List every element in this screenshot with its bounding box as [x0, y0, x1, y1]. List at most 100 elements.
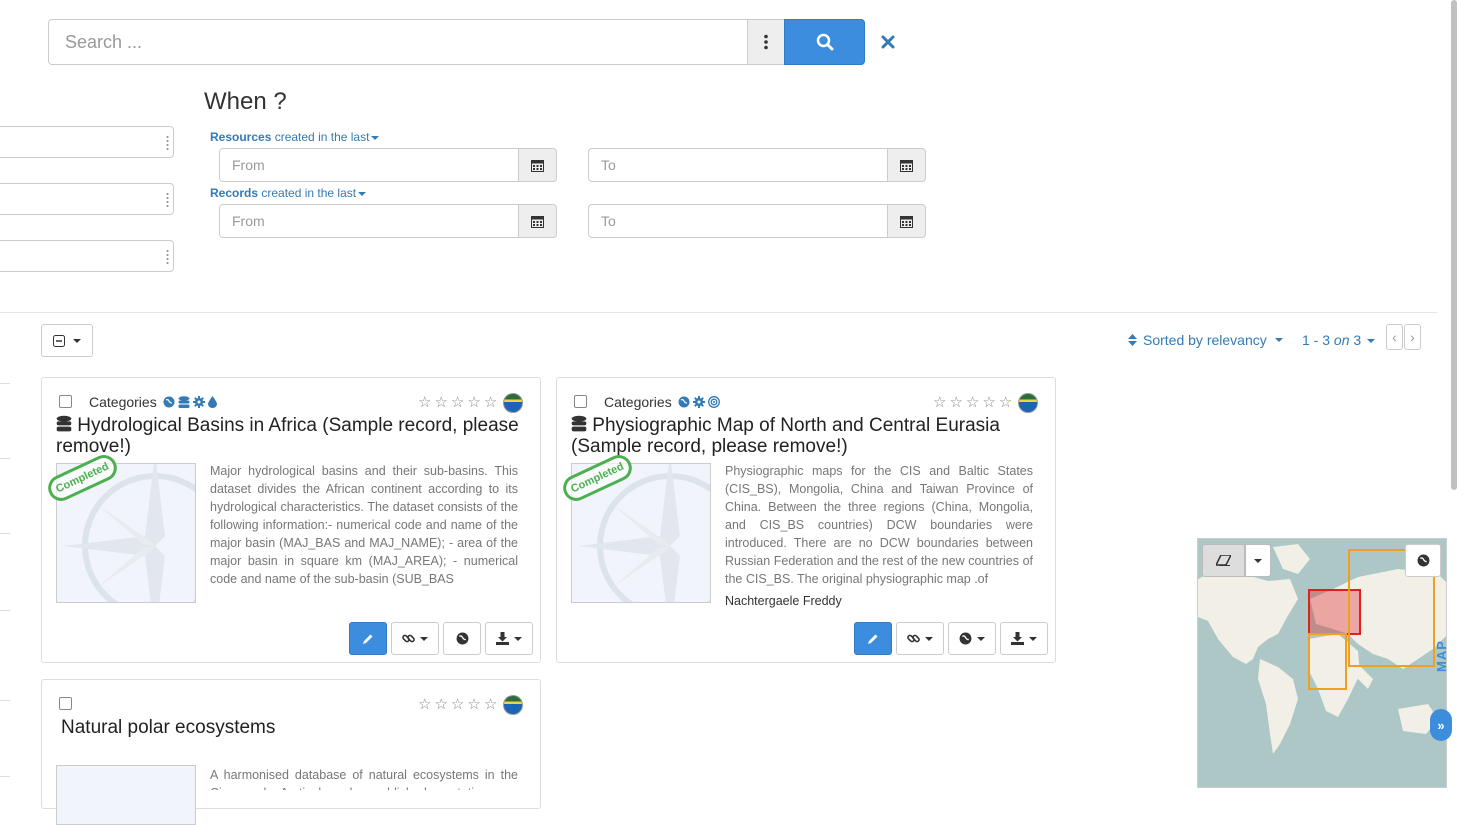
globe-icon — [678, 396, 690, 408]
target-icon — [707, 396, 720, 408]
caret-down-icon — [977, 636, 985, 641]
record-title[interactable]: Hydrological Basins in Africa (Sample re… — [56, 415, 536, 457]
rating-stars[interactable]: ☆ ☆ ☆ ☆ ☆ — [418, 695, 524, 715]
calendar-icon — [900, 159, 913, 172]
record-checkbox[interactable] — [59, 697, 72, 710]
star-icon: ☆ — [434, 394, 448, 411]
view-on-map-button[interactable] — [443, 622, 481, 655]
sort-label: Sorted by relevancy — [1143, 332, 1267, 348]
clear-search-button[interactable] — [878, 31, 898, 53]
calendar-icon — [531, 215, 544, 228]
globe-icon — [1417, 554, 1429, 567]
download-icon — [496, 632, 509, 645]
record-title[interactable]: Natural polar ecosystems — [61, 717, 275, 738]
sort-dropdown[interactable]: Sorted by relevancy — [1128, 332, 1283, 348]
record-thumbnail[interactable] — [56, 765, 196, 825]
next-page-button[interactable]: › — [1404, 324, 1421, 350]
expand-map-button[interactable]: » — [1430, 709, 1452, 741]
catalog-logo-icon — [503, 393, 524, 413]
minus-square-icon — [53, 334, 65, 347]
resources-to-calendar-button[interactable] — [887, 148, 926, 182]
record-checkbox[interactable] — [59, 395, 72, 408]
resources-from-calendar-button[interactable] — [518, 148, 557, 182]
pencil-icon — [363, 634, 373, 644]
resources-period-dropdown[interactable]: Resources created in the last — [210, 130, 380, 144]
links-dropdown[interactable] — [391, 622, 439, 655]
divider — [0, 533, 10, 534]
previous-page-button[interactable]: ‹ — [1386, 324, 1403, 350]
caret-down-icon — [514, 636, 522, 641]
scrollbar[interactable] — [1451, 0, 1457, 490]
caret-down-icon — [925, 636, 933, 641]
globe-icon — [456, 632, 468, 645]
resources-from-input[interactable] — [219, 148, 519, 182]
gear-icon — [692, 396, 705, 408]
star-icon: ☆ — [483, 696, 498, 713]
pagination-dropdown[interactable]: 1 - 3 on 3 — [1302, 332, 1376, 348]
edit-button[interactable] — [854, 622, 892, 655]
resources-to-input[interactable] — [588, 148, 888, 182]
record-card: Categories ☆ ☆ ☆ ☆ ☆ Physiographic Map of No… — [556, 377, 1056, 663]
water-drop-icon — [207, 396, 217, 408]
star-icon: ☆ — [467, 394, 481, 411]
facet-field-1[interactable] — [0, 126, 174, 158]
download-dropdown[interactable] — [485, 622, 533, 655]
map-globe-button[interactable] — [1405, 544, 1441, 577]
catalog-logo-icon — [503, 695, 524, 715]
download-dropdown[interactable] — [1000, 622, 1048, 655]
resources-label: Resources — [210, 130, 272, 144]
database-icon — [178, 395, 190, 408]
when-title: When ? — [204, 88, 287, 115]
record-checkbox[interactable] — [574, 395, 587, 408]
divider — [0, 610, 10, 611]
divider — [0, 776, 10, 777]
links-dropdown[interactable] — [896, 622, 944, 655]
categories-label: Categories — [604, 394, 672, 410]
star-icon: ☆ — [418, 696, 432, 713]
rating-stars[interactable]: ☆ ☆ ☆ ☆ ☆ — [418, 393, 524, 413]
facet-field-3[interactable] — [0, 240, 174, 272]
search-input[interactable] — [48, 19, 748, 65]
divider — [0, 700, 10, 701]
caret-down-icon — [358, 191, 367, 196]
map-toolbar — [1202, 544, 1271, 577]
draw-extent-button[interactable] — [1202, 544, 1245, 577]
sort-icon — [1128, 334, 1137, 346]
star-icon: ☆ — [450, 394, 465, 411]
records-period-dropdown[interactable]: Records created in the last — [210, 186, 367, 200]
view-on-map-dropdown[interactable] — [948, 622, 996, 655]
draw-options-dropdown[interactable] — [1245, 544, 1271, 577]
chevron-right-icon: › — [1410, 329, 1415, 345]
records-from-calendar-button[interactable] — [518, 204, 557, 238]
divider — [0, 312, 1437, 313]
divider — [0, 458, 10, 459]
record-title-text: Physiographic Map of North and Central E… — [571, 415, 1000, 457]
record-author: Nachtergaele Freddy — [725, 594, 842, 608]
search-button[interactable] — [784, 19, 865, 65]
close-icon — [881, 35, 895, 49]
pager-total: 3 — [1353, 332, 1362, 348]
more-options-button[interactable] — [747, 19, 785, 65]
caret-down-icon — [1274, 338, 1283, 342]
records-to-input[interactable] — [588, 204, 888, 238]
record-title[interactable]: Physiographic Map of North and Central E… — [571, 415, 1051, 457]
record-title-text: Natural polar ecosystems — [61, 717, 276, 738]
database-icon — [56, 415, 72, 432]
pager-range: 1 - 3 — [1302, 332, 1331, 348]
select-all-dropdown[interactable] — [41, 324, 93, 357]
facet-field-2[interactable] — [0, 183, 174, 215]
star-icon: ☆ — [965, 394, 980, 411]
calendar-icon — [531, 159, 544, 172]
calendar-icon — [900, 215, 913, 228]
edit-button[interactable] — [349, 622, 387, 655]
records-to-calendar-button[interactable] — [887, 204, 926, 238]
map-panel[interactable] — [1197, 538, 1447, 788]
records-from-input[interactable] — [219, 204, 519, 238]
record-abstract: Physiographic maps for the CIS and Balti… — [725, 464, 1033, 586]
caret-down-icon — [73, 338, 81, 343]
chevron-left-icon: ‹ — [1392, 329, 1397, 345]
map-tab-label[interactable]: MAP — [1434, 640, 1449, 672]
record-actions — [349, 622, 533, 655]
rating-stars[interactable]: ☆ ☆ ☆ ☆ ☆ — [933, 393, 1039, 413]
link-icon — [907, 634, 920, 643]
